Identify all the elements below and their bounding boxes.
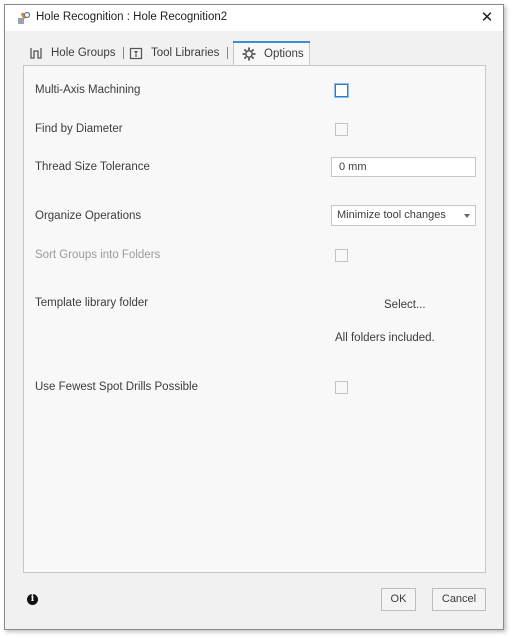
chevron-down-icon bbox=[464, 214, 470, 218]
tab-label: Hole Groups bbox=[51, 47, 116, 59]
find-by-diameter-checkbox[interactable] bbox=[335, 123, 348, 136]
tab-label: Tool Libraries bbox=[151, 47, 220, 59]
multi-axis-label: Multi-Axis Machining bbox=[35, 84, 141, 96]
tool-library-icon bbox=[129, 46, 143, 60]
sort-groups-checkbox[interactable] bbox=[335, 249, 348, 262]
organize-operations-select[interactable]: Minimize tool changes bbox=[331, 205, 476, 226]
find-by-diameter-label: Find by Diameter bbox=[35, 123, 123, 135]
organize-operations-value: Minimize tool changes bbox=[337, 209, 446, 221]
template-folder-select-button[interactable]: Select... bbox=[384, 299, 426, 311]
template-folder-label: Template library folder bbox=[35, 297, 149, 309]
tab-hole-groups[interactable]: Hole Groups bbox=[29, 41, 119, 65]
options-panel: Multi-Axis Machining Find by Diameter Th… bbox=[23, 65, 486, 573]
title-bar: Hole Recognition : Hole Recognition2 ✕ bbox=[5, 5, 503, 31]
tab-divider bbox=[123, 47, 124, 59]
window-title: Hole Recognition : Hole Recognition2 bbox=[36, 11, 228, 23]
hole-groups-icon bbox=[29, 46, 43, 60]
thread-tolerance-input[interactable]: 0 mm bbox=[331, 157, 476, 177]
tab-label: Options bbox=[264, 47, 304, 60]
organize-operations-label: Organize Operations bbox=[35, 210, 142, 222]
tab-options[interactable]: Options bbox=[233, 41, 310, 65]
hole-recognition-dialog: Hole Recognition : Hole Recognition2 ✕ H… bbox=[4, 4, 504, 630]
tab-tool-libraries[interactable]: Tool Libraries bbox=[129, 41, 229, 65]
multi-axis-checkbox[interactable] bbox=[335, 84, 348, 97]
fewest-spot-drills-checkbox[interactable] bbox=[335, 381, 348, 394]
gear-icon bbox=[242, 47, 256, 61]
cancel-button[interactable]: Cancel bbox=[432, 588, 486, 611]
close-icon[interactable]: ✕ bbox=[477, 8, 497, 28]
tab-divider bbox=[227, 47, 228, 59]
fewest-spot-drills-label: Use Fewest Spot Drills Possible bbox=[35, 381, 198, 393]
thread-tolerance-label: Thread Size Tolerance bbox=[35, 161, 150, 173]
sort-groups-label: Sort Groups into Folders bbox=[35, 249, 161, 261]
hole-recognition-icon bbox=[17, 11, 31, 25]
ok-button[interactable]: OK bbox=[381, 588, 416, 611]
template-folder-note: All folders included. bbox=[335, 332, 435, 344]
info-icon[interactable]: i bbox=[27, 594, 38, 605]
